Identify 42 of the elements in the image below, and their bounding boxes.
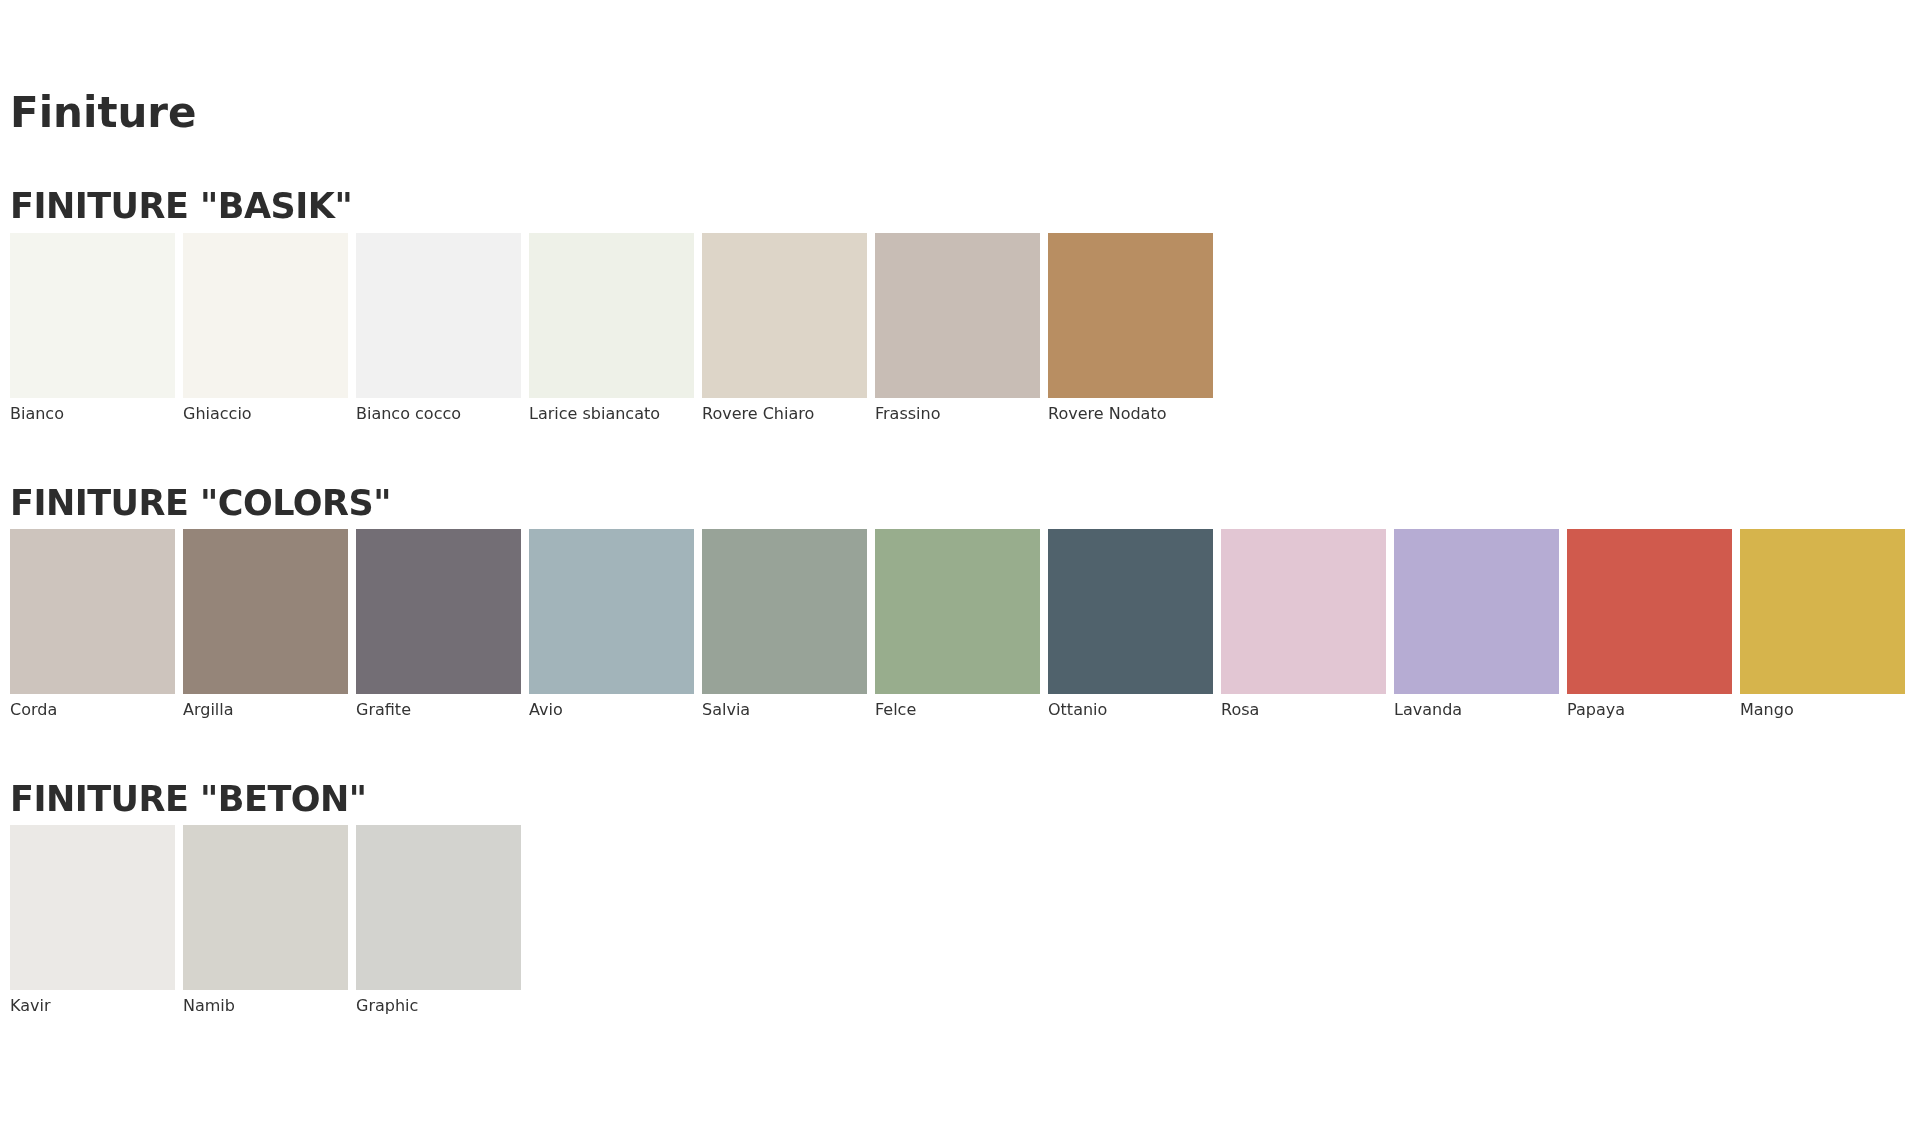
finish-name: Frassino bbox=[875, 403, 942, 423]
finish-name: Argilla bbox=[183, 699, 235, 719]
finish-swatch[interactable] bbox=[183, 825, 348, 991]
finish-name: Avio bbox=[529, 699, 564, 719]
finish-name: Graphic bbox=[356, 996, 420, 1016]
finish-name: Salvia bbox=[702, 699, 752, 719]
finish-swatch[interactable] bbox=[1048, 528, 1213, 694]
finish-name: Papaya bbox=[1567, 699, 1626, 719]
finish-name: Ghiaccio bbox=[183, 403, 253, 423]
finish-name: Rovere Nodato bbox=[1048, 403, 1168, 423]
finish-name: Namib bbox=[183, 996, 236, 1016]
finish-name: Lavanda bbox=[1394, 699, 1464, 719]
finish-name: Grafite bbox=[356, 699, 412, 719]
finish-name: Bianco cocco bbox=[356, 403, 462, 423]
finish-name: Rosa bbox=[1221, 699, 1261, 719]
finish-swatch[interactable] bbox=[1048, 232, 1213, 398]
finish-swatch[interactable] bbox=[529, 528, 694, 694]
finish-swatch[interactable] bbox=[702, 528, 867, 694]
finish-swatch[interactable] bbox=[183, 528, 348, 694]
finish-swatch[interactable] bbox=[1740, 528, 1905, 694]
finish-swatch[interactable] bbox=[1394, 528, 1559, 694]
section-heading: FINITURE "BETON" bbox=[10, 778, 368, 820]
finish-name: Rovere Chiaro bbox=[702, 403, 816, 423]
section-heading: FINITURE "COLORS" bbox=[10, 482, 392, 523]
finish-name: Felce bbox=[875, 699, 918, 719]
finish-swatch[interactable] bbox=[356, 528, 521, 694]
finish-swatch[interactable] bbox=[875, 232, 1040, 398]
finish-name: Mango bbox=[1740, 699, 1795, 719]
finish-swatch[interactable] bbox=[1221, 528, 1386, 694]
section-heading: FINITURE "BASIK" bbox=[10, 186, 354, 227]
finish-name: Corda bbox=[10, 699, 59, 719]
finish-name: Ottanio bbox=[1048, 699, 1109, 719]
finish-swatch[interactable] bbox=[702, 232, 867, 398]
finish-swatch[interactable] bbox=[10, 825, 175, 991]
finish-swatch[interactable] bbox=[1567, 528, 1732, 694]
finish-swatch[interactable] bbox=[356, 825, 521, 991]
finish-name: Larice sbiancato bbox=[529, 403, 661, 423]
page-title: Finiture bbox=[10, 88, 198, 139]
finish-swatch[interactable] bbox=[10, 528, 175, 694]
finish-swatch[interactable] bbox=[875, 528, 1040, 694]
finish-name: Kavir bbox=[10, 996, 52, 1016]
finish-name: Bianco bbox=[10, 403, 65, 423]
